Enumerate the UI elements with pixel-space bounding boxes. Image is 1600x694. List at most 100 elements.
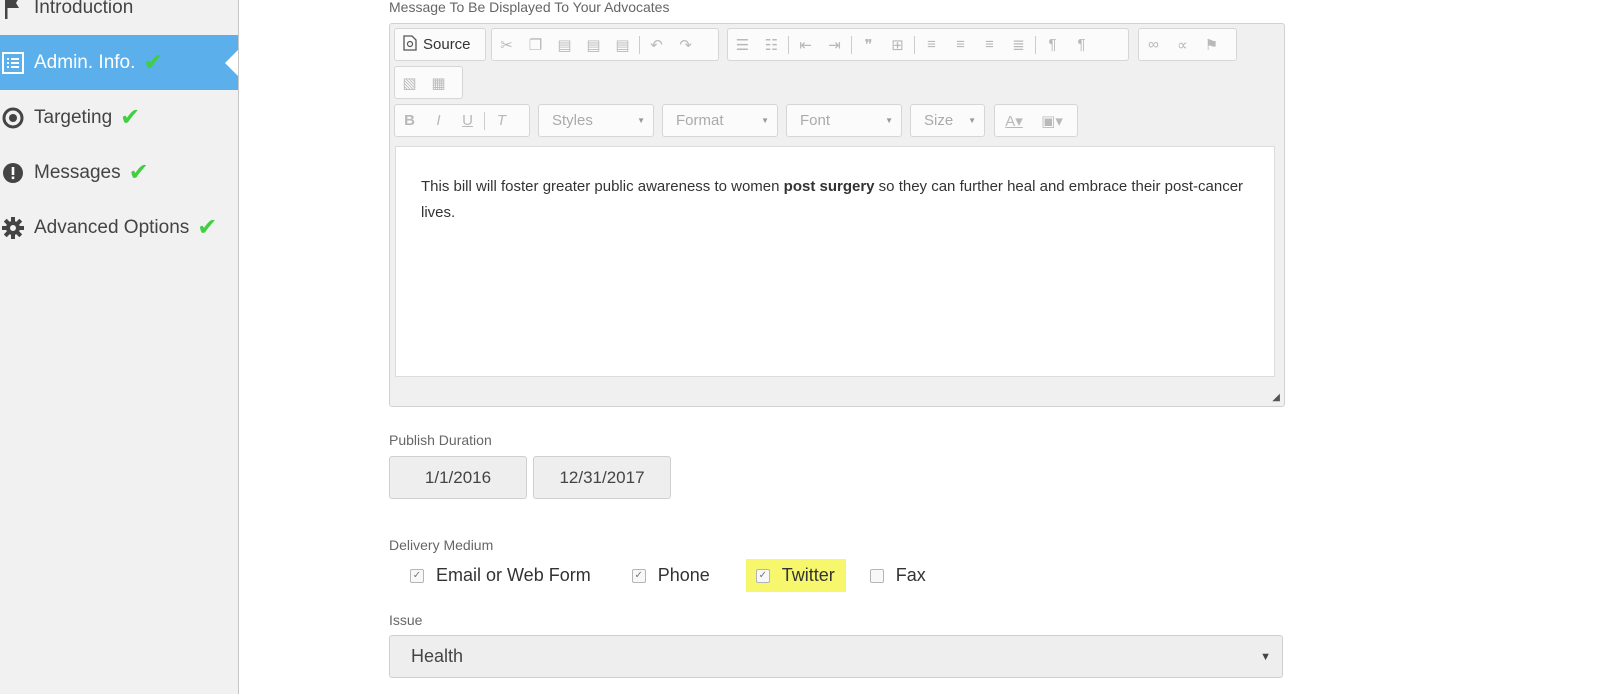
alert-icon: [0, 160, 26, 186]
toolbar-separator: [484, 111, 485, 130]
rtl-icon[interactable]: ¶: [1067, 36, 1096, 53]
bulleted-list-icon[interactable]: ☷: [757, 36, 786, 54]
checkbox-unchecked-icon[interactable]: [869, 568, 884, 583]
remove-format-icon[interactable]: T: [487, 112, 516, 129]
styles-combo[interactable]: Styles ▼: [538, 104, 654, 137]
align-center-icon[interactable]: ≡: [946, 36, 975, 53]
undo-icon[interactable]: ↶: [642, 36, 671, 54]
flag-icon: [0, 0, 26, 21]
redo-icon[interactable]: ↷: [671, 36, 700, 54]
format-combo[interactable]: Format ▼: [662, 104, 778, 137]
publish-end-date[interactable]: 12/31/2017: [533, 456, 671, 499]
delivery-medium-options: ✓ Email or Web Form ✓ Phone ✓ Twitter Fa…: [400, 558, 937, 593]
sidebar-item-label: Targeting: [34, 106, 113, 128]
sidebar-item-advanced-options[interactable]: Advanced Options ✔: [0, 200, 238, 255]
publish-duration-label: Publish Duration: [389, 432, 492, 448]
toolbar-source-group: Source: [394, 28, 486, 61]
anchor-flag-icon[interactable]: ⚑: [1197, 36, 1226, 54]
delivery-option-email[interactable]: ✓ Email or Web Form: [400, 559, 602, 592]
toolbar-clipboard-group: ✂ ❐ ▤ ▤ ▤ ↶ ↷: [491, 28, 719, 61]
sidebar-item-messages[interactable]: Messages ✔: [0, 145, 238, 200]
align-right-icon[interactable]: ≡: [975, 36, 1004, 53]
chevron-down-icon: ▼: [885, 116, 893, 125]
toolbar-paragraph-group: ☰ ☷ ⇤ ⇥ ❞ ⊞ ≡ ≡ ≡ ≣ ¶ ¶: [727, 28, 1129, 61]
font-combo-label: Font: [800, 112, 831, 129]
sidebar-item-targeting[interactable]: Targeting ✔: [0, 90, 238, 145]
paste-word-icon[interactable]: ▤: [608, 36, 637, 54]
message-label: Message To Be Displayed To Your Advocate…: [389, 0, 670, 15]
font-combo[interactable]: Font ▼: [786, 104, 902, 137]
issue-select-value: Health: [411, 646, 464, 666]
link-icon[interactable]: ∞: [1139, 36, 1168, 53]
issue-select[interactable]: Health ▼: [389, 635, 1283, 678]
delivery-option-label: Phone: [657, 565, 710, 585]
target-icon: [0, 105, 26, 131]
justify-icon[interactable]: ≣: [1004, 36, 1033, 54]
source-label: Source: [423, 36, 471, 53]
toolbar-separator: [639, 35, 640, 54]
delivery-option-label: Email or Web Form: [436, 565, 591, 585]
check-icon: ✔: [197, 213, 218, 241]
list-icon: [0, 50, 26, 76]
editor-content[interactable]: This bill will foster greater public awa…: [395, 146, 1275, 377]
rich-text-editor: Source ✂ ❐ ▤ ▤ ▤ ↶ ↷ ☰ ☷ ⇤ ⇥ ❞ ⊞ ≡ ≡ ≡ ≣…: [389, 23, 1285, 407]
cut-icon[interactable]: ✂: [492, 36, 521, 54]
sidebar-item-label: Messages: [34, 161, 121, 183]
indent-icon[interactable]: ⇥: [820, 36, 849, 54]
checkbox-checked-icon[interactable]: ✓: [631, 568, 646, 583]
toolbar-colors-group: A▾ ▣▾: [994, 104, 1078, 137]
check-icon: ✔: [143, 48, 164, 76]
sidebar-item-introduction[interactable]: Introduction: [0, 0, 238, 35]
unlink-icon[interactable]: ∝: [1168, 36, 1197, 54]
content-text-bold: post surgery: [783, 178, 875, 195]
sidebar-item-label: Advanced Options: [34, 216, 190, 238]
italic-icon[interactable]: I: [424, 112, 453, 129]
ltr-icon[interactable]: ¶: [1038, 36, 1067, 53]
issue-label: Issue: [389, 612, 423, 628]
copy-icon[interactable]: ❐: [521, 36, 550, 54]
text-color-icon[interactable]: A▾: [995, 112, 1033, 130]
sidebar-item-label: Introduction: [34, 0, 134, 18]
blockquote-icon[interactable]: ❞: [854, 36, 883, 54]
bold-icon[interactable]: B: [395, 112, 424, 129]
div-container-icon[interactable]: ⊞: [883, 36, 912, 54]
delivery-option-label: Twitter: [781, 565, 835, 585]
paste-icon[interactable]: ▤: [550, 36, 579, 54]
underline-icon[interactable]: U: [453, 112, 482, 129]
paste-text-icon[interactable]: ▤: [579, 36, 608, 54]
toolbar-separator: [788, 35, 789, 54]
size-combo[interactable]: Size ▼: [910, 104, 985, 137]
chevron-down-icon: ▼: [637, 116, 645, 125]
toolbar-separator: [1035, 35, 1036, 54]
toolbar-links-group: ∞ ∝ ⚑: [1138, 28, 1237, 61]
numbered-list-icon[interactable]: ☰: [728, 36, 757, 54]
delivery-option-phone[interactable]: ✓ Phone: [622, 559, 721, 592]
chevron-down-icon: ▼: [761, 116, 769, 125]
toolbar-insert-group: ▧ ▦: [394, 66, 463, 99]
table-icon[interactable]: ▦: [424, 74, 453, 92]
delivery-option-fax[interactable]: Fax: [860, 559, 937, 592]
delivery-option-twitter[interactable]: ✓ Twitter: [745, 559, 846, 592]
size-combo-label: Size: [924, 112, 954, 129]
sidebar-item-admin-info[interactable]: Admin. Info. ✔: [0, 35, 238, 90]
delivery-medium-label: Delivery Medium: [389, 537, 494, 553]
content-text-start: This bill will foster greater public awa…: [421, 178, 784, 195]
source-button[interactable]: Source: [395, 34, 479, 55]
align-left-icon[interactable]: ≡: [917, 36, 946, 53]
gear-icon: [0, 215, 26, 241]
toolbar-separator: [914, 35, 915, 54]
resize-handle-icon[interactable]: ◢: [1272, 392, 1280, 403]
sidebar-item-label: Admin. Info.: [34, 51, 136, 73]
toolbar-separator: [851, 35, 852, 54]
publish-start-date[interactable]: 1/1/2016: [389, 456, 527, 499]
outdent-icon[interactable]: ⇤: [791, 36, 820, 54]
chevron-down-icon: ▼: [1260, 650, 1271, 663]
image-icon[interactable]: ▧: [395, 74, 424, 92]
styles-combo-label: Styles: [552, 112, 593, 129]
delivery-option-label: Fax: [895, 565, 926, 585]
checkbox-checked-icon[interactable]: ✓: [755, 568, 770, 583]
background-color-icon[interactable]: ▣▾: [1033, 112, 1071, 130]
format-combo-label: Format: [676, 112, 724, 129]
checkbox-checked-icon[interactable]: ✓: [410, 568, 424, 583]
source-icon: [403, 34, 417, 55]
